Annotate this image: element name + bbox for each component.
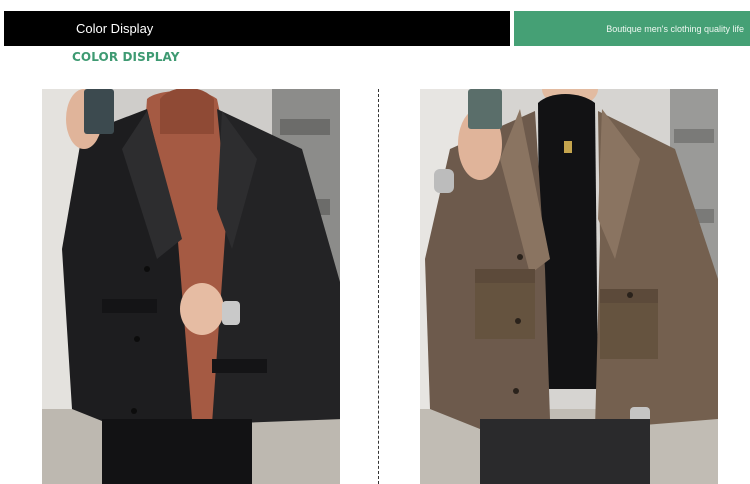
product-photo-black-jacket xyxy=(42,89,340,484)
section-heading: COLOR DISPLAY xyxy=(72,50,180,64)
tagline-bar: Boutique men's clothing quality life xyxy=(514,11,750,46)
jacket-photo-brown xyxy=(420,89,718,484)
tagline-text: Boutique men's clothing quality life xyxy=(606,23,744,34)
title-bar: Color Display xyxy=(4,11,510,46)
photo-divider xyxy=(378,89,379,484)
jacket-photo-black xyxy=(42,89,340,484)
title-bar-label: Color Display xyxy=(76,21,154,36)
product-photo-brown-jacket xyxy=(420,89,718,484)
